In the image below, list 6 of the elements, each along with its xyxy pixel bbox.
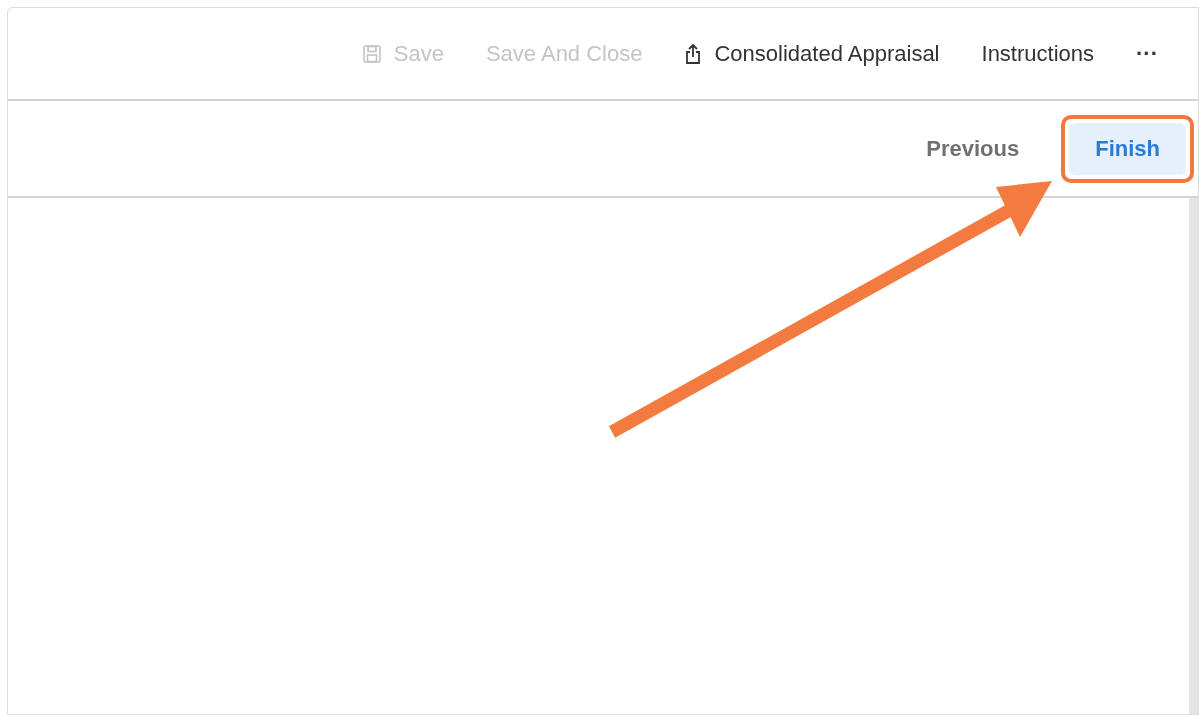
nav-button[interactable]: Previous bbox=[900, 122, 1046, 175]
nav-button[interactable]: Finish bbox=[1069, 122, 1186, 175]
toolbar-button[interactable]: Instructions bbox=[981, 37, 1094, 70]
more-button[interactable]: ··· bbox=[1136, 37, 1158, 70]
toolbar-button[interactable]: Consolidated Appraisal bbox=[684, 37, 940, 70]
share-icon bbox=[684, 42, 703, 65]
